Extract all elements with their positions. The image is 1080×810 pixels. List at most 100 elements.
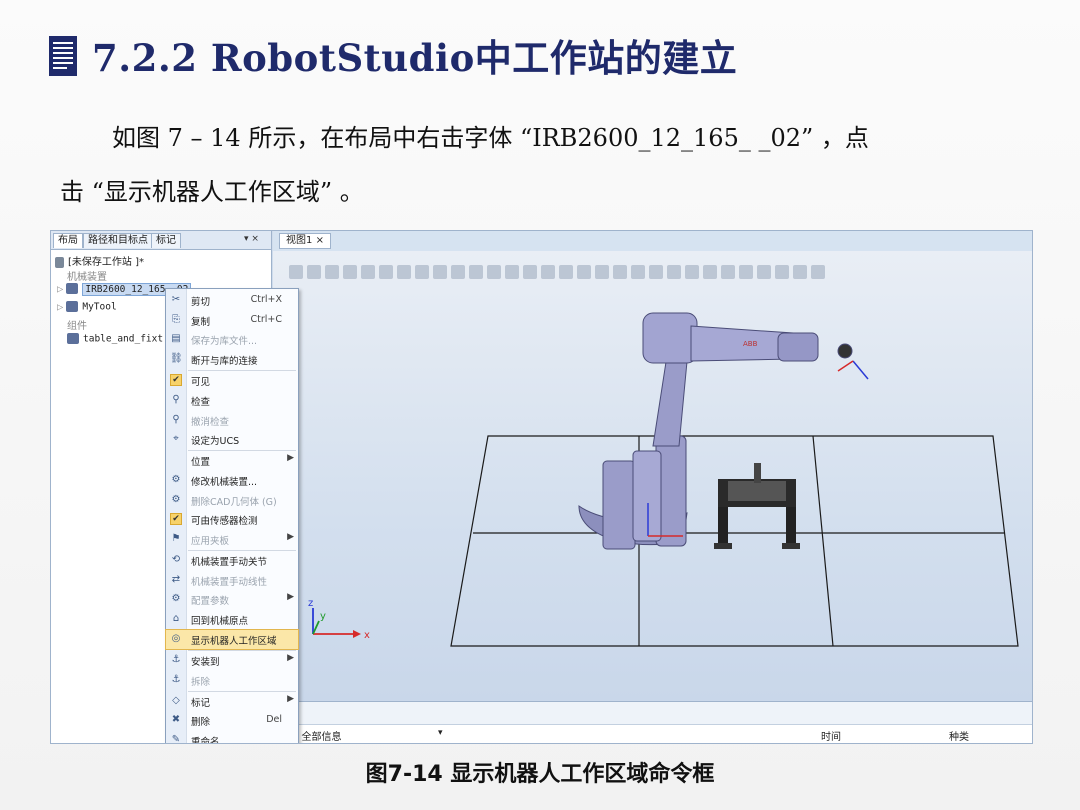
tree-station[interactable]: [未保存工作站 ]* — [55, 253, 144, 268]
panel-tabs: 布局 路径和目标点 标记 ▾ × — [51, 231, 271, 250]
menu-item-label: 标记 — [191, 697, 211, 709]
menu-item-label: 配置参数 — [191, 596, 230, 608]
rename-icon: ✎ — [171, 733, 181, 744]
copy-icon: ⎘ — [172, 313, 180, 325]
menu-item[interactable]: ✖ 删除 Del — [166, 711, 298, 730]
menu-item-label: 应用夹板 — [191, 536, 230, 547]
menu-item[interactable]: ⚙ 配置参数 ▶ — [166, 590, 298, 609]
menu-item-label: 拆除 — [191, 676, 211, 688]
close-icon[interactable]: × — [316, 235, 324, 246]
menu-item[interactable]: ⚙ 修改机械装置... — [166, 471, 298, 490]
menu-item[interactable]: ⚲ 检查 — [166, 391, 298, 410]
viewport-area: 视图1 × ABB x y z — [273, 231, 1032, 701]
expand-arrow-icon[interactable]: ▷ — [57, 285, 63, 294]
view1-label: 视图1 — [286, 235, 313, 246]
output-header-row: 来自: 全部信息 ▾ 时间 种类 — [273, 724, 1032, 743]
menu-item[interactable]: ⚙ 删除CAD几何体 (G) — [166, 491, 298, 510]
3d-canvas[interactable]: ABB x y z — [273, 251, 1032, 701]
menu-item-shortcut: Del — [266, 714, 282, 726]
delete-icon: ✖ — [171, 714, 181, 726]
scissors-icon: ✂ — [171, 294, 181, 305]
tab-layout[interactable]: 布局 — [53, 233, 83, 248]
ucs-icon: ⌖ — [173, 433, 179, 445]
robotstudio-screenshot: 布局 路径和目标点 标记 ▾ × [未保存工作站 ]* 机械装置 ▷ IRB26… — [50, 230, 1033, 744]
menu-item[interactable]: 位置 ▶ — [166, 451, 298, 470]
robot-model: ABB — [578, 312, 853, 550]
attach-icon: ⚓ — [171, 653, 181, 665]
menu-item[interactable]: ⛓ 断开与库的连接 — [166, 350, 298, 369]
axis-z-label: z — [308, 598, 313, 609]
undo-inspect-icon: ⚲ — [172, 413, 180, 425]
tree-group-mechanisms: 机械装置 — [67, 272, 107, 283]
menu-item[interactable]: ▤ 保存为库文件... — [166, 330, 298, 349]
menu-item[interactable]: ◎ 显示机器人工作区域 — [165, 628, 299, 650]
menu-item-label: 机械装置手动线性 — [191, 576, 268, 588]
submenu-arrow-icon: ▶ — [287, 652, 294, 663]
blank-icon — [170, 454, 182, 466]
menu-item-label: 可由传感器检测 — [191, 516, 258, 528]
component-label: table_and_fixt — [83, 333, 164, 345]
axis-x-label: x — [364, 630, 370, 641]
menu-item[interactable]: ✂ 剪切 Ctrl+X — [166, 291, 298, 310]
menu-item[interactable]: ⚲ 撤消检查 — [166, 411, 298, 430]
menu-item-label: 重命名 — [191, 736, 220, 744]
tab-paths-targets[interactable]: 路径和目标点 — [83, 233, 153, 248]
tab-view1[interactable]: 视图1 × — [279, 233, 331, 249]
panel-pin-close-icon[interactable]: ▾ × — [244, 234, 259, 244]
component-icon — [67, 333, 79, 344]
svg-text:ABB: ABB — [743, 340, 758, 348]
tool-frame-axes — [837, 360, 869, 380]
chevron-down-icon[interactable]: ▾ — [438, 728, 443, 738]
tab-tags[interactable]: 标记 — [151, 233, 181, 248]
station-label: [未保存工作站 ]* — [68, 257, 144, 268]
menu-item-label: 机械装置手动关节 — [191, 557, 268, 568]
check-icon: ✔ — [170, 374, 182, 387]
expand-arrow-icon[interactable]: ▷ — [57, 303, 63, 312]
menu-item[interactable]: ◇ 标记 ▶ — [166, 692, 298, 711]
station-icon — [55, 256, 64, 268]
delete-cad-icon: ⚙ — [171, 493, 181, 505]
context-menu: ✂ 剪切 Ctrl+X ⎘ 复制 Ctrl+C ▤ 保存为库文件... ⛓ 断开与库的连接 ✔ 可见 ⚲… — [165, 288, 299, 744]
menu-item[interactable]: ⎘ 复制 Ctrl+C — [166, 311, 298, 330]
menu-item-label: 剪切 — [191, 297, 211, 308]
menu-item[interactable]: ⌂ 回到机械原点 — [166, 610, 298, 629]
menu-item[interactable]: ⚓ 安装到 ▶ — [166, 651, 298, 670]
save-library-icon: ▤ — [171, 333, 181, 345]
menu-item[interactable]: ⟲ 机械装置手动关节 — [166, 551, 298, 570]
menu-item-label: 撤消检查 — [191, 416, 230, 428]
slide-title: 7.2.2 RobotStudio中工作站的建立 — [92, 36, 738, 80]
unlink-icon: ⛓ — [170, 353, 183, 365]
figure-caption: 图7-14 显示机器人工作区域命令框 — [365, 762, 715, 787]
menu-item[interactable]: ⌖ 设定为UCS — [166, 430, 298, 449]
menu-item[interactable]: ✔ 可由传感器检测 — [166, 510, 298, 529]
submenu-arrow-icon: ▶ — [287, 532, 294, 542]
tree-item-tool[interactable]: ▷ MyTool — [57, 301, 117, 313]
menu-item-label: 删除 — [191, 717, 211, 729]
tree-item-component[interactable]: table_and_fixt — [67, 333, 163, 345]
jog-joint-icon: ⟲ — [171, 554, 181, 565]
modify-mechanism-icon: ⚙ — [171, 473, 181, 485]
config-icon: ⚙ — [171, 593, 181, 605]
world-axes-icon: x y z — [308, 598, 370, 641]
tool-icon — [66, 301, 79, 312]
menu-item[interactable]: ⚑ 应用夹板 ▶ — [166, 530, 298, 549]
menu-item-label: 可见 — [191, 377, 211, 389]
menu-item[interactable]: ✎ 重命名 — [166, 731, 298, 744]
submenu-arrow-icon: ▶ — [287, 453, 294, 464]
menu-item-label: 安装到 — [191, 656, 220, 668]
column-time[interactable]: 时间 — [821, 728, 841, 743]
menu-item[interactable]: ✔ 可见 — [166, 371, 298, 390]
menu-item-shortcut: Ctrl+X — [250, 294, 282, 305]
menu-item[interactable]: ⇄ 机械装置手动线性 — [166, 571, 298, 590]
axis-y-label: y — [320, 611, 326, 622]
menu-item-shortcut: Ctrl+C — [250, 313, 283, 325]
scene: ABB x y z — [308, 312, 1019, 647]
menu-item-label: 检查 — [191, 396, 211, 408]
fixture-table-model — [714, 463, 800, 549]
column-type[interactable]: 种类 — [949, 728, 969, 743]
menu-item-label: 显示机器人工作区域 — [191, 635, 277, 647]
menu-item[interactable]: ⚓ 拆除 — [166, 671, 298, 690]
tree-group-components: 组件 — [67, 321, 87, 332]
workspace-icon: ◎ — [171, 632, 181, 644]
menu-item-label: 删除CAD几何体 (G) — [191, 496, 277, 508]
